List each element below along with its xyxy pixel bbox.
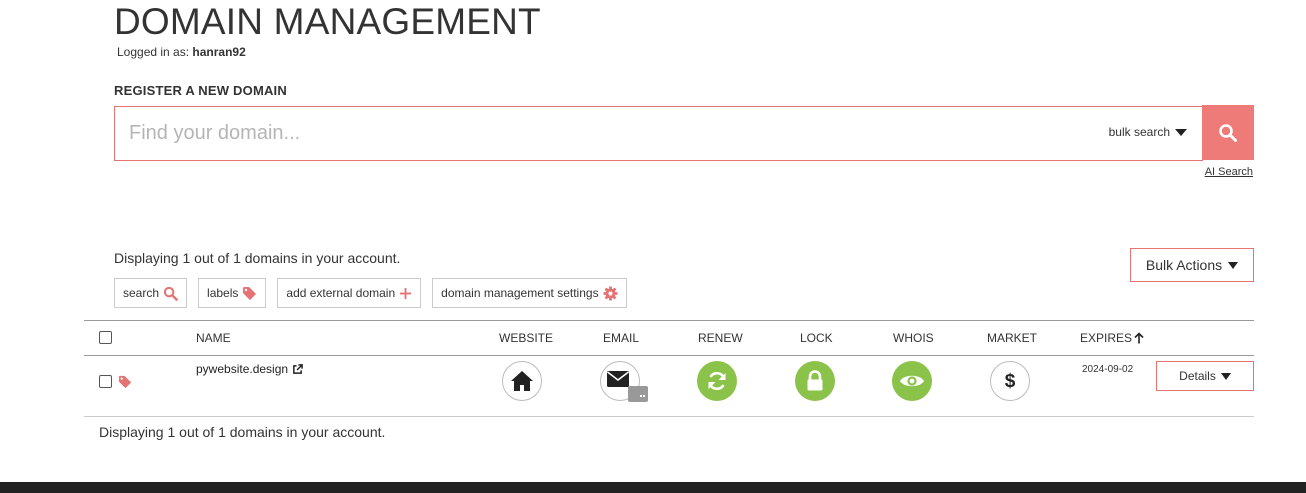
labels-tool-label: labels xyxy=(207,286,239,300)
lock-icon xyxy=(807,370,823,391)
column-header-name[interactable]: NAME xyxy=(196,331,231,345)
renew-button[interactable] xyxy=(697,361,737,401)
search-tool-button[interactable]: search xyxy=(114,278,188,308)
display-count: Displaying 1 out of 1 domains in your ac… xyxy=(114,250,401,266)
caret-down-icon xyxy=(1175,128,1187,136)
lock-button[interactable] xyxy=(795,361,835,401)
table-header-border xyxy=(84,355,1254,356)
details-label: Details xyxy=(1179,369,1216,383)
column-header-lock: LOCK xyxy=(800,331,833,345)
add-external-domain-button[interactable]: add external domain xyxy=(277,278,422,308)
search-tool-label: search xyxy=(123,286,160,300)
details-button[interactable]: Details xyxy=(1156,361,1254,391)
bulk-search-dropdown[interactable]: bulk search xyxy=(1109,125,1187,139)
caret-down-icon xyxy=(1220,372,1231,380)
table-top-border xyxy=(84,320,1254,321)
page-title: DOMAIN MANAGEMENT xyxy=(114,1,541,42)
expires-label: EXPIRES xyxy=(1080,331,1133,345)
column-header-whois: WHOIS xyxy=(893,331,934,345)
bulk-search-label: bulk search xyxy=(1108,125,1170,139)
website-button[interactable] xyxy=(502,361,542,401)
gear-icon xyxy=(603,285,618,301)
domain-name: pywebsite.design xyxy=(196,362,289,376)
select-all-checkbox[interactable] xyxy=(99,331,112,344)
home-icon xyxy=(511,371,533,391)
expires-date: 2024-09-02 xyxy=(1082,364,1134,375)
labels-tool-button[interactable]: labels xyxy=(198,278,267,308)
column-header-market: MARKET xyxy=(987,331,1038,345)
search-icon xyxy=(163,286,178,301)
whois-button[interactable] xyxy=(892,361,932,401)
eye-icon xyxy=(900,375,924,387)
ai-search-link[interactable]: AI Search xyxy=(1205,166,1253,178)
external-link-icon xyxy=(293,363,303,374)
domain-search-box: bulk search xyxy=(114,106,1203,161)
search-icon xyxy=(1219,123,1237,142)
domain-search-input[interactable] xyxy=(129,107,1029,160)
register-heading: REGISTER A NEW DOMAIN xyxy=(114,83,287,98)
market-button[interactable]: $ xyxy=(990,361,1030,401)
caret-down-icon xyxy=(1228,261,1239,269)
column-header-renew: RENEW xyxy=(698,331,743,345)
display-count-footer: Displaying 1 out of 1 domains in your ac… xyxy=(99,424,386,440)
dollar-icon: $ xyxy=(1005,371,1016,392)
domain-name-link[interactable]: pywebsite.design xyxy=(196,362,303,376)
row-checkbox[interactable] xyxy=(99,375,112,388)
sort-arrow-up-icon xyxy=(1134,332,1144,344)
footer-bar xyxy=(0,482,1306,493)
logged-in-label: Logged in as: xyxy=(117,45,190,59)
column-header-email: EMAIL xyxy=(603,331,640,345)
table-bottom-border xyxy=(84,416,1254,417)
add-external-domain-label: add external domain xyxy=(286,286,396,300)
domain-settings-button[interactable]: domain management settings xyxy=(432,278,627,308)
envelope-icon xyxy=(607,371,629,387)
email-button[interactable] xyxy=(600,361,648,402)
svg-text:$: $ xyxy=(1005,371,1016,392)
tag-icon xyxy=(243,286,257,300)
domain-settings-label: domain management settings xyxy=(441,286,599,300)
column-header-website: WEBSITE xyxy=(499,331,554,345)
domain-search-button[interactable] xyxy=(1202,105,1254,160)
plus-icon xyxy=(400,287,412,299)
column-header-expires[interactable]: EXPIRES xyxy=(1080,331,1144,345)
bulk-actions-button[interactable]: Bulk Actions xyxy=(1130,248,1254,282)
logged-in-info: Logged in as: hanran92 xyxy=(117,45,246,59)
tool-buttons: search labels add external domain domain… xyxy=(114,278,627,308)
username: hanran92 xyxy=(192,45,246,59)
bulk-actions-label: Bulk Actions xyxy=(1145,257,1223,273)
tag-icon[interactable] xyxy=(118,375,132,389)
refresh-icon xyxy=(708,371,726,391)
email-forward-icon xyxy=(628,386,648,402)
